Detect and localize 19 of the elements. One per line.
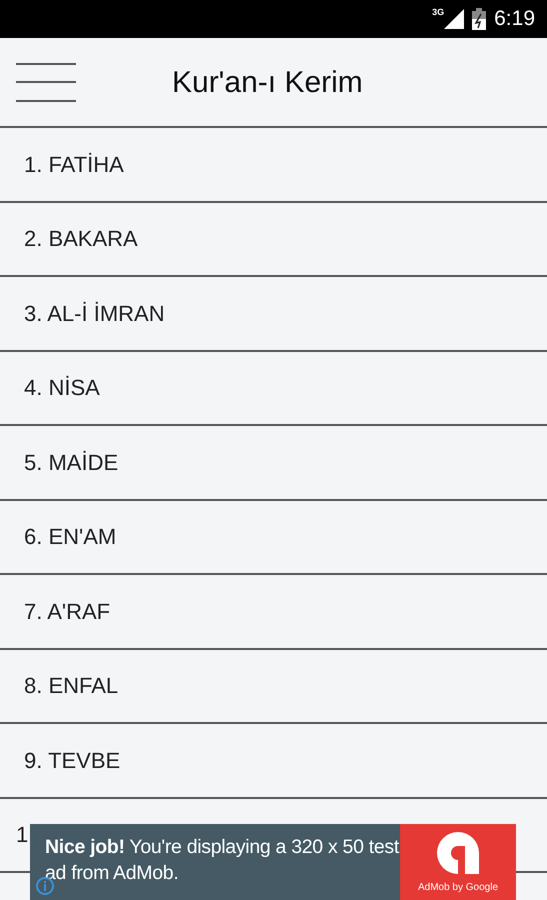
ad-brand-label: AdMob by Google bbox=[418, 881, 498, 895]
network-label: 3G bbox=[432, 6, 444, 20]
surah-item[interactable]: 7. A'RAF bbox=[24, 594, 110, 628]
ad-banner[interactable]: Nice job! You're displaying a 320 x 50 test ad from AdMob. AdMob by Google bbox=[30, 824, 516, 900]
surah-item[interactable]: 9. TEVBE bbox=[24, 744, 120, 777]
battery-icon bbox=[472, 8, 486, 30]
surah-item[interactable]: 3. AL-İ İMRAN bbox=[24, 296, 165, 330]
surah-item[interactable]: 4. NİSA bbox=[24, 371, 100, 404]
ad-text: Nice job! You're displaying a 320 x 50 test ad from AdMob. bbox=[45, 835, 400, 886]
surah-item[interactable]: 2. BAKARA bbox=[24, 222, 138, 256]
surah-item[interactable]: 8. ENFAL bbox=[24, 669, 118, 702]
surah-item[interactable]: 6. EN'AM bbox=[24, 520, 116, 554]
surah-item[interactable]: 1 bbox=[16, 818, 28, 852]
app-title: Kur'an-ı Kerim bbox=[172, 64, 363, 100]
surah-item[interactable]: 5. MAİDE bbox=[24, 446, 118, 479]
admob-logo-icon bbox=[435, 830, 481, 876]
clock: 6:19 bbox=[494, 6, 535, 32]
signal-icon bbox=[444, 9, 464, 29]
surah-item[interactable]: 1. FATİHA bbox=[24, 148, 124, 181]
